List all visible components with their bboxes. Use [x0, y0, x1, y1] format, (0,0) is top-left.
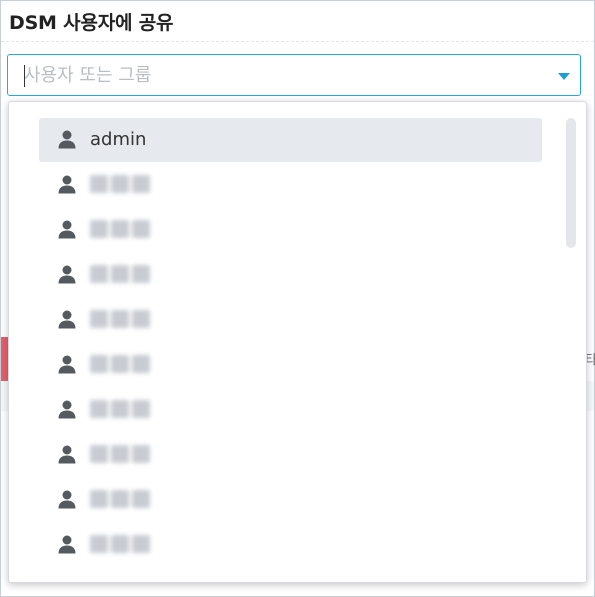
redacted-user-name — [90, 535, 150, 553]
user-group-search-field[interactable] — [7, 54, 581, 96]
divider — [1, 41, 594, 42]
user-icon — [57, 489, 77, 509]
user-list-item[interactable] — [39, 478, 542, 522]
scrollbar[interactable] — [566, 118, 576, 248]
redacted-user-name — [90, 265, 150, 283]
redacted-user-name — [90, 445, 150, 463]
user-icon — [57, 309, 77, 329]
user-name: admin — [90, 129, 147, 150]
user-list-item[interactable]: admin — [39, 118, 542, 162]
search-input[interactable] — [24, 62, 544, 88]
dialog-title: DSM 사용자에 공유 — [9, 12, 174, 34]
user-list-item[interactable] — [39, 298, 542, 342]
redacted-user-name — [90, 175, 150, 193]
user-icon — [57, 219, 77, 239]
user-list-item[interactable] — [39, 253, 542, 297]
user-icon — [57, 129, 77, 149]
user-list-item[interactable] — [39, 433, 542, 477]
chevron-down-icon[interactable] — [558, 73, 570, 80]
user-icon — [57, 264, 77, 284]
user-icon — [57, 444, 77, 464]
user-icon — [57, 354, 77, 374]
user-list-item[interactable] — [39, 343, 542, 387]
user-list-item[interactable] — [39, 523, 542, 567]
user-list: admin — [39, 118, 542, 568]
redacted-user-name — [90, 355, 150, 373]
redacted-user-name — [90, 490, 150, 508]
user-list-item[interactable] — [39, 163, 542, 207]
user-list-item[interactable] — [39, 388, 542, 432]
user-icon — [57, 534, 77, 554]
user-dropdown-list[interactable]: admin — [8, 101, 587, 583]
redacted-user-name — [90, 310, 150, 328]
redacted-user-name — [90, 400, 150, 418]
user-list-item[interactable] — [39, 208, 542, 252]
user-icon — [57, 399, 77, 419]
text-caret — [24, 65, 25, 87]
redacted-user-name — [90, 220, 150, 238]
user-icon — [57, 174, 77, 194]
